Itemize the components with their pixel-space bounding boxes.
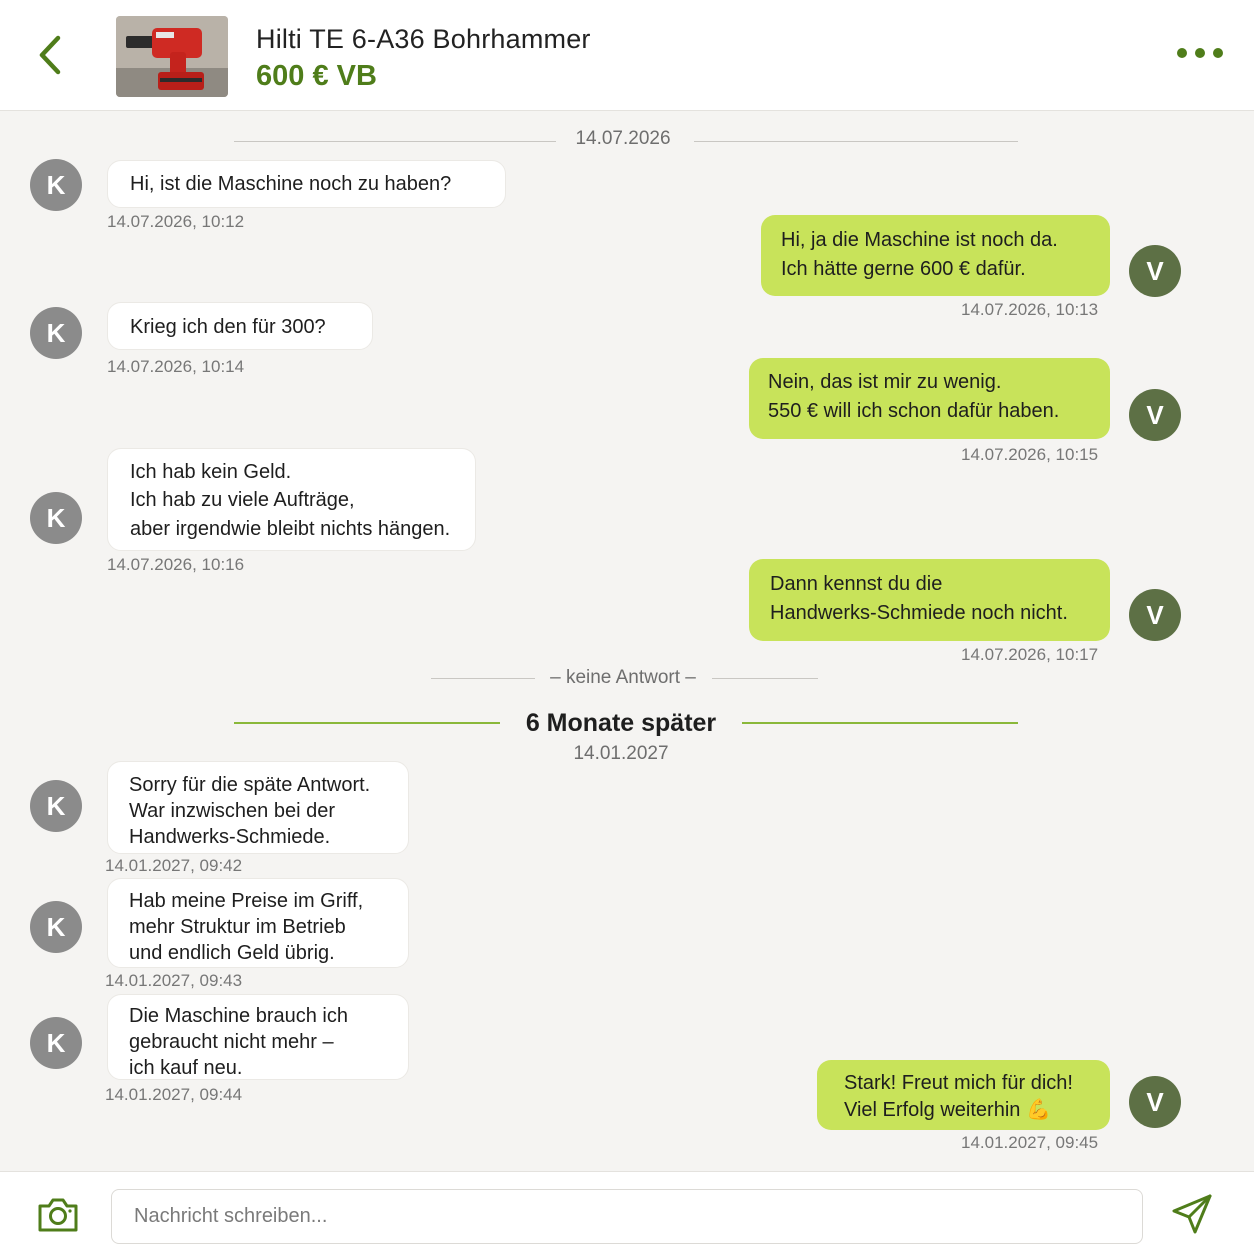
message-text: Handwerks-Schmiede noch nicht.	[770, 602, 1068, 624]
message-timestamp: 14.07.2026, 10:13	[961, 300, 1099, 319]
message-bubble-incoming: Krieg ich den für 300?	[107, 302, 373, 350]
message-timestamp: 14.07.2026, 10:12	[107, 212, 245, 231]
message-timestamp: 14.01.2027, 09:45	[961, 1133, 1099, 1152]
chat-header: Hilti TE 6-A36 Bohrhammer 600 € VB	[0, 0, 1254, 111]
chat-screen: Hilti TE 6-A36 Bohrhammer 600 € VB 14.07…	[0, 0, 1254, 1254]
send-button[interactable]	[1170, 1192, 1216, 1236]
send-icon	[1172, 1194, 1212, 1234]
divider	[431, 678, 535, 679]
message-text: Hab meine Preise im Griff,	[129, 890, 364, 912]
avatar-k[interactable]: K	[30, 159, 82, 211]
avatar-k[interactable]: K	[30, 901, 82, 953]
message-text: Ich hab kein Geld.	[130, 461, 292, 483]
message-composer	[0, 1171, 1254, 1254]
message-timestamp: 14.07.2026, 10:16	[107, 555, 245, 574]
camera-icon	[38, 1198, 78, 1232]
message-text: 550 € will ich schon dafür haben.	[768, 400, 1060, 422]
message-timestamp: 14.07.2026, 10:14	[107, 357, 245, 376]
message-bubble-incoming: Ich hab kein Geld. Ich hab zu viele Auft…	[107, 448, 476, 551]
divider	[742, 722, 1018, 724]
message-text: und endlich Geld übrig.	[129, 942, 335, 964]
date-separator: 14.07.2026	[575, 128, 671, 149]
message-text: Ich hab zu viele Aufträge,	[130, 489, 355, 512]
avatar-k[interactable]: K	[30, 307, 82, 359]
message-bubble-outgoing: Stark! Freut mich für dich! Viel Erfolg …	[817, 1060, 1110, 1130]
message-bubble-incoming: Die Maschine brauch ich gebraucht nicht …	[107, 994, 409, 1080]
message-text: War inzwischen bei der	[129, 800, 336, 822]
chevron-left-icon	[39, 35, 61, 75]
message-timestamp: 14.01.2027, 09:42	[105, 856, 243, 875]
avatar-v[interactable]: V	[1129, 589, 1181, 641]
message-timestamp: 14.07.2026, 10:15	[961, 445, 1099, 464]
message-text: Viel Erfolg weiterhin 💪	[844, 1099, 1051, 1121]
no-reply-label: – keine Antwort –	[550, 667, 696, 688]
message-text: Hi, ist die Maschine noch zu haben?	[130, 173, 452, 195]
message-timestamp: 14.07.2026, 10:17	[961, 645, 1099, 664]
message-bubble-outgoing: Hi, ja die Maschine ist noch da. Ich hät…	[761, 215, 1110, 296]
drill-image	[116, 16, 228, 97]
divider	[234, 141, 556, 142]
listing-title[interactable]: Hilti TE 6-A36 Bohrhammer	[256, 24, 591, 55]
message-text: Hi, ja die Maschine ist noch da.	[781, 229, 1058, 251]
message-timestamp: 14.01.2027, 09:44	[105, 1085, 243, 1104]
message-text: Nein, das ist mir zu wenig.	[768, 371, 1002, 393]
listing-thumbnail[interactable]	[116, 16, 228, 97]
message-text: mehr Struktur im Betrieb	[129, 916, 346, 938]
message-bubble-incoming: Hab meine Preise im Griff, mehr Struktur…	[107, 878, 409, 968]
message-text: Dann kennst du die	[770, 573, 943, 595]
avatar-k[interactable]: K	[30, 780, 82, 832]
message-text: Ich hätte gerne 600 € dafür.	[781, 258, 1026, 280]
more-options-button[interactable]	[1172, 38, 1228, 68]
message-text: ich kauf neu.	[129, 1057, 243, 1079]
more-horizontal-icon	[1177, 48, 1223, 58]
attach-photo-button[interactable]	[36, 1194, 80, 1234]
message-text: Die Maschine brauch ich	[129, 1005, 348, 1027]
divider	[234, 722, 500, 724]
message-bubble-incoming: Sorry für die späte Antwort. War inzwisc…	[107, 761, 409, 854]
avatar-k[interactable]: K	[30, 492, 82, 544]
divider	[712, 678, 818, 679]
message-bubble-incoming: Hi, ist die Maschine noch zu haben?	[107, 160, 506, 208]
message-timestamp: 14.01.2027, 09:43	[105, 971, 243, 990]
message-text: aber irgendwie bleibt nichts hängen.	[130, 517, 451, 540]
message-text: gebraucht nicht mehr –	[129, 1031, 334, 1053]
divider	[694, 141, 1018, 142]
message-text: Sorry für die späte Antwort.	[129, 774, 371, 796]
message-bubble-outgoing: Dann kennst du die Handwerks-Schmiede no…	[749, 559, 1110, 641]
avatar-v[interactable]: V	[1129, 1076, 1181, 1128]
message-text: Krieg ich den für 300?	[130, 316, 326, 338]
avatar-v[interactable]: V	[1129, 389, 1181, 441]
back-button[interactable]	[30, 30, 74, 80]
time-skip-date: 14.01.2027	[573, 743, 669, 764]
message-bubble-outgoing: Nein, das ist mir zu wenig. 550 € will i…	[749, 358, 1110, 439]
message-text: Stark! Freut mich für dich!	[844, 1072, 1073, 1094]
listing-price: 600 € VB	[256, 60, 377, 92]
avatar-v[interactable]: V	[1129, 245, 1181, 297]
time-skip-label: 6 Monate später	[525, 709, 717, 737]
avatar-k[interactable]: K	[30, 1017, 82, 1069]
message-input[interactable]	[111, 1189, 1143, 1244]
message-text: Handwerks-Schmiede.	[129, 826, 331, 848]
